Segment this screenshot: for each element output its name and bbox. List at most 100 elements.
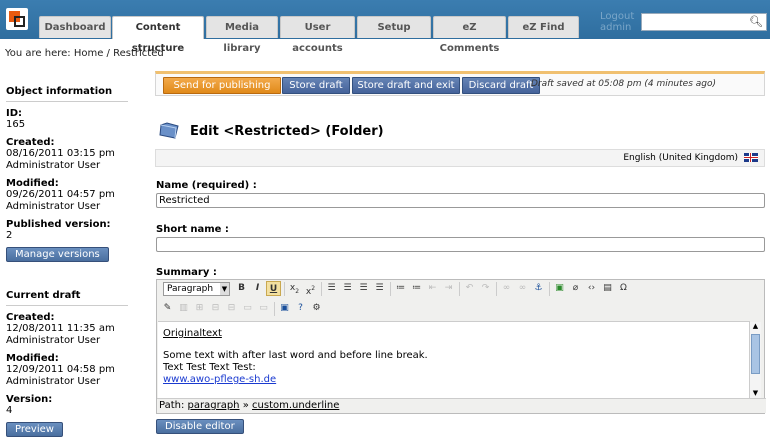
summary-rich-text-editor: Paragraph ▼ B I U x2 x2 ☰ ☰ ☰ ☰ ≔ ≔ ⇤ ⇥ …	[156, 279, 766, 414]
undo-icon[interactable]: ↶	[462, 281, 477, 296]
manage-versions-button[interactable]: Manage versions	[6, 247, 109, 262]
logout-label[interactable]: Logout	[600, 11, 634, 22]
discard-draft-button[interactable]: Discard draft	[462, 77, 540, 94]
created-date: 08/16/2011 03:15 pm	[6, 148, 115, 159]
align-right-icon[interactable]: ☰	[356, 281, 371, 296]
draft-modified-date: 12/09/2011 04:58 pm	[6, 364, 115, 375]
tab-media-library[interactable]: Media library	[206, 16, 278, 54]
editor-toolbar-row-1: Paragraph ▼ B I U x2 x2 ☰ ☰ ☰ ☰ ≔ ≔ ⇤ ⇥ …	[160, 280, 760, 298]
store-draft-button[interactable]: Store draft	[282, 77, 350, 94]
short-name-field-label: Short name :	[156, 224, 229, 235]
table-row-icon[interactable]: ⊟	[208, 301, 223, 316]
bullet-list-icon[interactable]: ≔	[393, 281, 408, 296]
tab-setup[interactable]: Setup	[357, 16, 431, 38]
help-icon[interactable]: ?	[293, 301, 308, 316]
draft-created-by: Administrator User	[6, 335, 101, 346]
published-version-value: 2	[6, 230, 13, 241]
name-field-label: Name (required) :	[156, 180, 257, 191]
table-insert-icon[interactable]: ⊞	[192, 301, 207, 316]
editor-toolbar-row-2: ✎ ▥ ⊞ ⊟ ⊟ ▭ ▭ ▣ ? ⚙	[160, 300, 760, 318]
insert-image-icon[interactable]: ▣	[552, 281, 567, 296]
numbered-list-icon[interactable]: ≔	[409, 281, 424, 296]
username-label: admin	[600, 22, 632, 33]
chevron-down-icon: ▼	[220, 283, 229, 295]
tab-content-structure[interactable]: Content structure	[112, 16, 204, 54]
special-character-icon[interactable]: Ω	[616, 281, 631, 296]
created-by: Administrator User	[6, 160, 101, 171]
scroll-down-icon[interactable]: ▼	[750, 389, 761, 398]
draft-created-date: 12/08/2011 11:35 am	[6, 323, 115, 334]
draft-modified-by: Administrator User	[6, 376, 101, 387]
object-information-heading: Object information	[6, 86, 128, 102]
modified-date: 09/26/2011 04:57 pm	[6, 189, 115, 200]
editor-scrollbar[interactable]: ▲ ▼	[749, 322, 761, 398]
disable-editor-button[interactable]: Disable editor	[156, 419, 244, 434]
superscript-icon[interactable]: x2	[303, 281, 318, 297]
draft-saved-status: Draft saved at 05:08 pm (4 minutes ago)	[530, 79, 716, 89]
scrollbar-thumb[interactable]	[751, 334, 760, 374]
language-bar: English (United Kingdom)	[155, 149, 765, 167]
link-icon[interactable]: ∞	[499, 281, 514, 296]
logout-link[interactable]: Logout admin	[600, 11, 634, 33]
content-underlined-text: Originaltext	[163, 328, 222, 339]
tab-ez-comments[interactable]: eZ Comments	[433, 16, 506, 54]
page-title: Edit <Restricted> (Folder)	[190, 124, 384, 139]
tab-dashboard[interactable]: Dashboard	[39, 16, 111, 38]
attachment-icon[interactable]: ⌀	[568, 281, 583, 296]
draft-modified-label: Modified:	[6, 353, 59, 364]
subscript-icon[interactable]: x2	[287, 281, 302, 296]
align-center-icon[interactable]: ☰	[340, 281, 355, 296]
breadcrumb: You are here: Home / Restricted	[5, 48, 164, 59]
current-draft-heading: Current draft	[6, 290, 128, 306]
name-field[interactable]: Restricted	[156, 193, 765, 208]
editor-content-area[interactable]: Originaltext Some text with after last w…	[158, 321, 750, 399]
settings-icon[interactable]: ⚙	[309, 301, 324, 316]
path-underline-link[interactable]: custom.underline	[252, 400, 339, 411]
scroll-up-icon[interactable]: ▲	[750, 322, 761, 331]
content-line: Text Test Text Test:	[163, 362, 256, 373]
format-select[interactable]: Paragraph ▼	[163, 282, 230, 296]
preview-button[interactable]: Preview	[6, 422, 63, 437]
tab-user-accounts[interactable]: User accounts	[280, 16, 355, 54]
path-paragraph-link[interactable]: paragraph	[188, 400, 240, 411]
fullscreen-icon[interactable]: ▣	[277, 301, 292, 316]
anchor-icon[interactable]: ⚓	[531, 281, 546, 296]
code-icon[interactable]: ‹›	[584, 281, 599, 296]
summary-field-label: Summary :	[156, 267, 217, 278]
ez-logo-icon[interactable]	[6, 8, 28, 30]
indent-icon[interactable]: ⇥	[441, 281, 456, 296]
outdent-icon[interactable]: ⇤	[425, 281, 440, 296]
path-separator: »	[242, 400, 249, 411]
align-left-icon[interactable]: ☰	[324, 281, 339, 296]
send-for-publishing-button[interactable]: Send for publishing	[163, 77, 281, 94]
sidebar: Object information ID: 165 Created: 08/1…	[6, 86, 128, 437]
align-justify-icon[interactable]: ☰	[372, 281, 387, 296]
tab-ez-find[interactable]: eZ Find	[508, 16, 579, 38]
version-label: Version:	[6, 394, 53, 405]
editor-path-bar: Path: paragraph » custom.underline	[157, 398, 766, 413]
id-label: ID:	[6, 108, 23, 119]
bold-icon[interactable]: B	[234, 281, 249, 296]
store-draft-and-exit-button[interactable]: Store draft and exit	[352, 77, 460, 94]
underline-icon[interactable]: U	[266, 281, 281, 296]
search-icon[interactable]: 🔍︎	[749, 15, 763, 28]
draft-action-bar: Send for publishing Store draft Store dr…	[155, 71, 765, 96]
search-input[interactable]: 🔍︎	[641, 13, 767, 31]
unlink-icon[interactable]: ∞	[515, 281, 530, 296]
content-paragraph: Some text with after last word and befor…	[163, 350, 428, 361]
content-link[interactable]: www.awo-pflege-sh.de	[163, 374, 745, 386]
delete-icon[interactable]: ▥	[176, 301, 191, 316]
edit-icon[interactable]: ✎	[160, 301, 175, 316]
draft-created-label: Created:	[6, 312, 55, 323]
italic-icon[interactable]: I	[250, 281, 265, 296]
short-name-field[interactable]	[156, 237, 765, 252]
table-column-icon[interactable]: ⊟	[224, 301, 239, 316]
format-select-value: Paragraph	[167, 284, 214, 294]
table-split-icon[interactable]: ▭	[256, 301, 271, 316]
redo-icon[interactable]: ↷	[478, 281, 493, 296]
published-version-label: Published version:	[6, 219, 111, 230]
language-label: English (United Kingdom)	[623, 153, 738, 163]
paste-text-icon[interactable]: ▤	[600, 281, 615, 296]
version-value: 4	[6, 405, 13, 416]
table-merge-icon[interactable]: ▭	[240, 301, 255, 316]
